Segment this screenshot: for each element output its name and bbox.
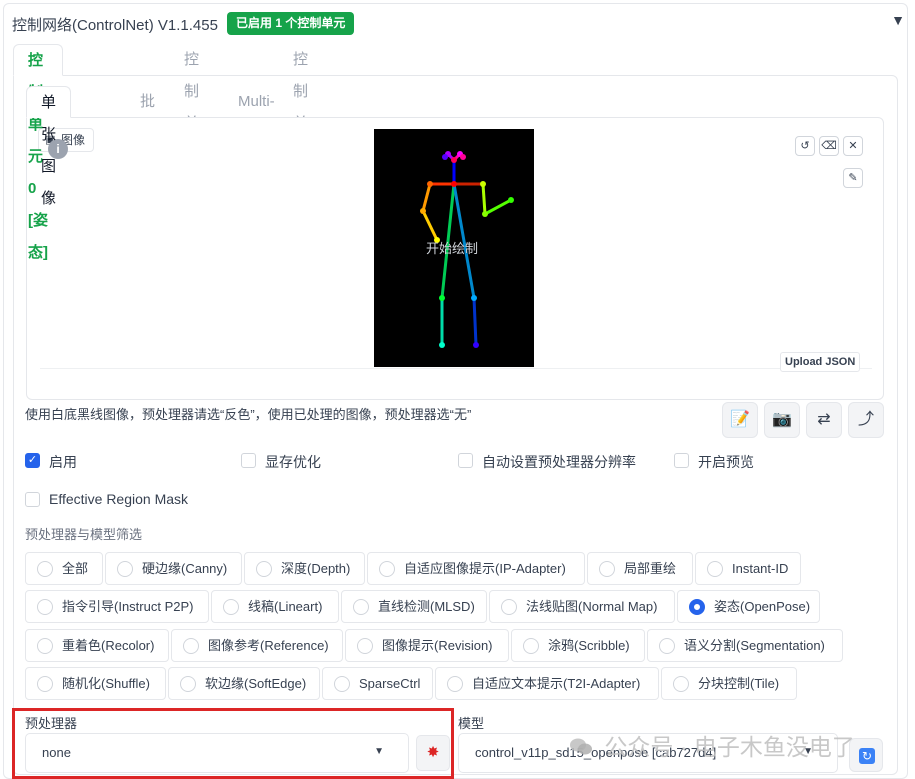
brush-icon[interactable]: ✎: [843, 168, 863, 188]
model-label: 模型: [458, 716, 485, 731]
preprocessor-hint: 使用白底黑线图像，预处理器请选“反色”，使用已处理的图像，预处理器选“无”: [25, 407, 472, 422]
filter-all[interactable]: 全部: [25, 552, 103, 585]
wechat-icon: [570, 738, 592, 755]
filter-instant-id[interactable]: Instant-ID: [695, 552, 801, 585]
filter-section-label: 预处理器与模型筛选: [25, 527, 143, 542]
start-draw-overlay: 开始绘制: [426, 241, 479, 256]
preprocessor-value: none: [42, 745, 71, 760]
filter-normal-map[interactable]: 法线贴图(Normal Map): [489, 590, 675, 623]
check-icon: ✓: [25, 453, 40, 468]
preprocessor-label: 预处理器: [25, 716, 78, 731]
triangle-down-icon[interactable]: ▼: [891, 12, 905, 28]
filter-softedge[interactable]: 软边缘(SoftEdge): [168, 667, 320, 700]
filter-segmentation[interactable]: 语义分割(Segmentation): [647, 629, 843, 662]
filter-inpaint[interactable]: 局部重绘: [587, 552, 693, 585]
filter-mlsd[interactable]: 直线检测(MLSD): [341, 590, 487, 623]
tab-single-image[interactable]: 单张图像: [26, 86, 72, 207]
camera-icon[interactable]: 📷: [764, 402, 800, 438]
tab-unit-2[interactable]: 控制单元 2: [279, 44, 322, 196]
close-icon[interactable]: ✕: [843, 136, 863, 156]
enabled-units-badge: 已启用 1 个控制单元: [227, 12, 355, 35]
filter-revision[interactable]: 图像提示(Revision): [345, 629, 509, 662]
filter-lineart[interactable]: 线稿(Lineart): [211, 590, 339, 623]
undo-icon[interactable]: ↺: [795, 136, 815, 156]
filter-reference[interactable]: 图像参考(Reference): [171, 629, 343, 662]
upload-json-button[interactable]: Upload JSON: [780, 352, 861, 372]
filter-ip2p[interactable]: 指令引导(Instruct P2P): [25, 590, 209, 623]
filter-shuffle[interactable]: 随机化(Shuffle): [25, 667, 166, 700]
tab-batch[interactable]: 批量处理: [126, 86, 169, 206]
tab-multi-inputs[interactable]: Multi-Inputs: [224, 86, 293, 142]
filter-scribble[interactable]: 涂鸦(Scribble): [511, 629, 645, 662]
filter-openpose[interactable]: 姿态(OpenPose): [677, 590, 820, 623]
watermark: 公众号 · 电子木鱼没电了: [570, 728, 855, 760]
filter-canny[interactable]: 硬边缘(Canny): [105, 552, 242, 585]
canvas-divider: [40, 368, 872, 369]
filter-t2i-adapter[interactable]: 自适应文本提示(T2I-Adapter): [435, 667, 659, 700]
caret-down-icon: ▼: [374, 746, 384, 757]
tab-unit-1[interactable]: 控制单元 1: [170, 44, 213, 196]
filter-recolor[interactable]: 重着色(Recolor): [25, 629, 169, 662]
eraser-icon[interactable]: ⌫: [819, 136, 839, 156]
refresh-icon: ↻: [859, 748, 875, 764]
filter-depth[interactable]: 深度(Depth): [244, 552, 365, 585]
send-icon[interactable]: ⤴: [848, 402, 884, 438]
edit-icon[interactable]: 📝: [722, 402, 758, 438]
swap-icon[interactable]: ⇄: [806, 402, 842, 438]
explosion-icon[interactable]: ✸: [416, 735, 450, 771]
filter-ip-adapter[interactable]: 自适应图像提示(IP-Adapter): [367, 552, 585, 585]
filter-tile[interactable]: 分块控制(Tile): [661, 667, 797, 700]
tab-unit-0[interactable]: 控制单元 0 [姿态]: [13, 44, 63, 261]
preprocessor-dropdown[interactable]: none ▼: [25, 733, 409, 773]
filter-sparsectrl[interactable]: SparseCtrl: [322, 667, 433, 700]
panel-title[interactable]: 控制网络(ControlNet) V1.1.455: [12, 14, 218, 35]
